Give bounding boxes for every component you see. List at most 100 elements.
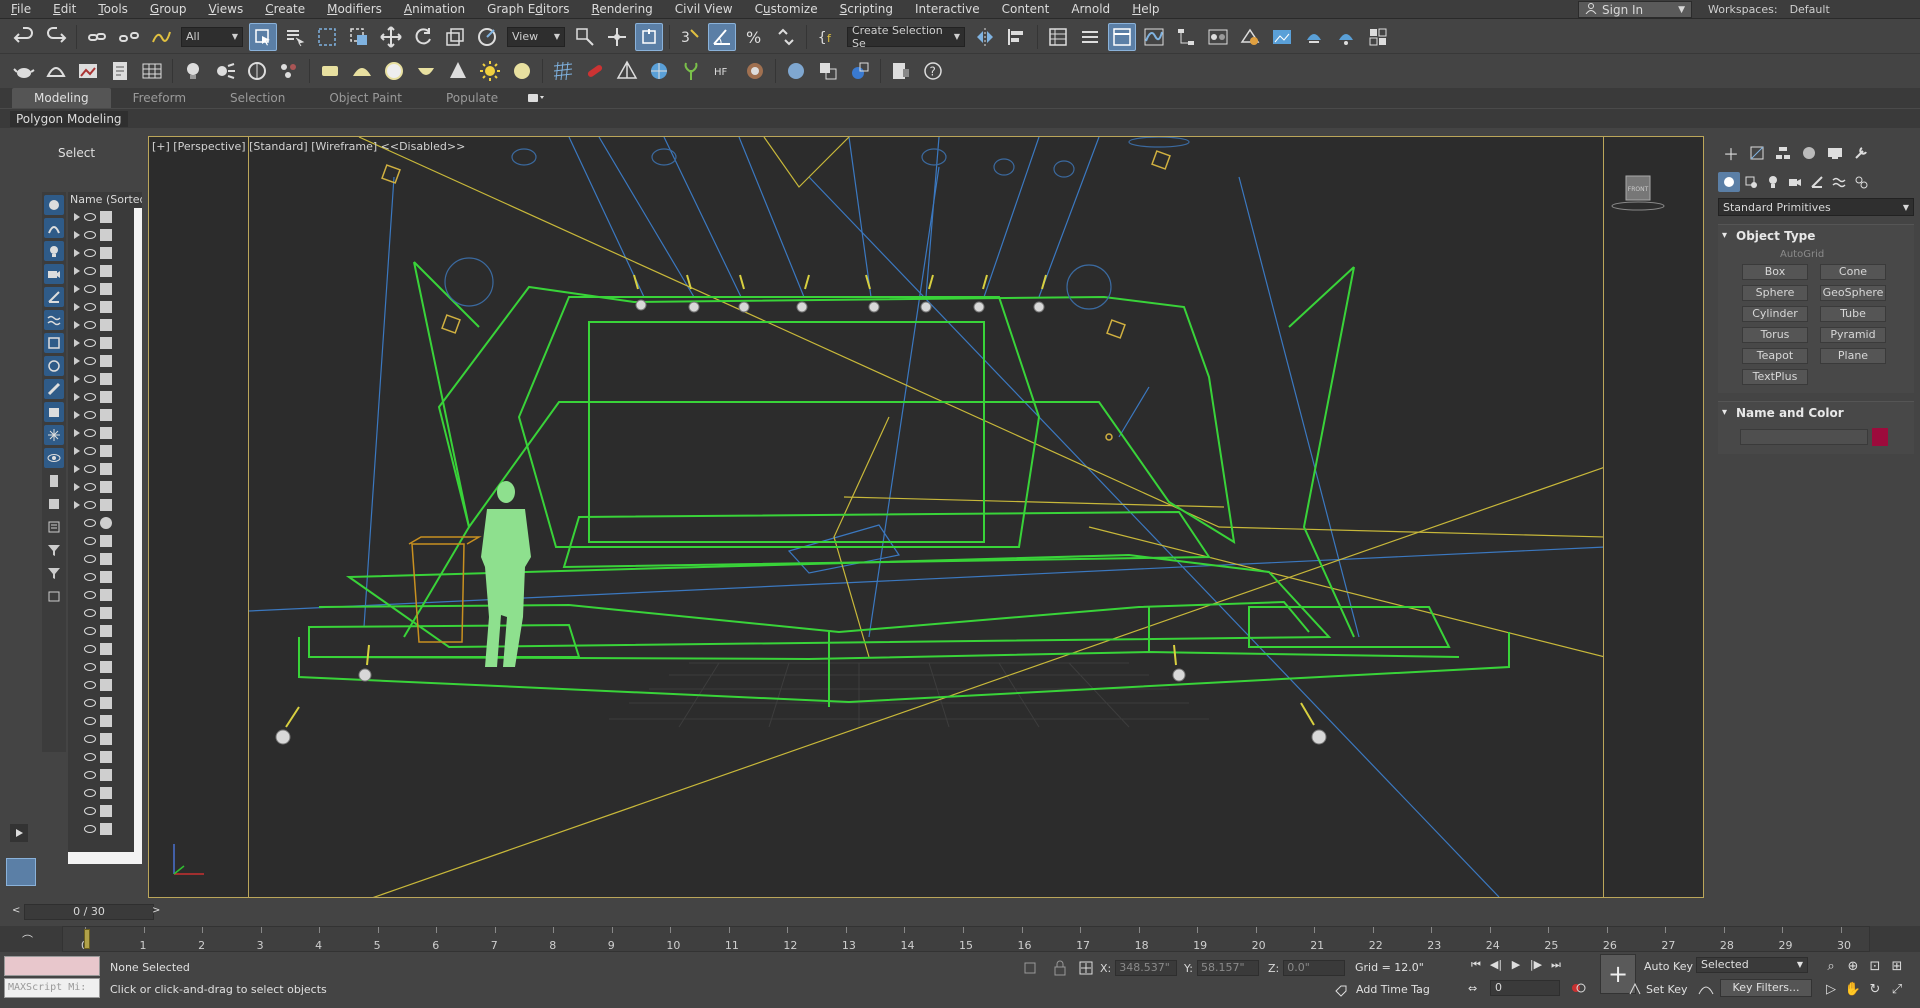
auto-key-button[interactable]: Auto Key	[1644, 960, 1693, 973]
expand-icon[interactable]	[74, 357, 80, 365]
arnold-light-dome-icon[interactable]	[348, 57, 376, 85]
eye-icon[interactable]	[84, 339, 96, 347]
selection-filter-dropdown[interactable]: All ▼	[181, 26, 243, 47]
textplus-button[interactable]: TextPlus	[1742, 369, 1808, 385]
helpers-category-icon[interactable]	[1806, 172, 1828, 192]
tube-button[interactable]: Tube	[1820, 306, 1886, 322]
list-item[interactable]	[68, 370, 142, 388]
grid-object-icon[interactable]	[138, 57, 166, 85]
menu-customize[interactable]: Customize	[744, 0, 829, 18]
list-item[interactable]	[68, 352, 142, 370]
explorer-horizontal-scrollbar[interactable]	[68, 852, 142, 864]
time-configuration-icon[interactable]	[1570, 980, 1586, 996]
eye-icon[interactable]	[84, 555, 96, 563]
lights-filter-icon[interactable]	[44, 241, 64, 261]
object-name-field[interactable]	[1740, 429, 1868, 445]
expand-icon[interactable]	[74, 267, 80, 275]
maxscript-listener-input[interactable]	[4, 956, 100, 976]
select-manipulate-icon[interactable]	[603, 23, 631, 51]
geosphere-icon[interactable]	[645, 57, 673, 85]
eye-icon[interactable]	[84, 411, 96, 419]
eye-icon[interactable]	[84, 483, 96, 491]
layer-explorer-icon[interactable]	[1076, 23, 1104, 51]
cameras-filter-icon[interactable]	[44, 264, 64, 284]
render-in-cloud-icon[interactable]	[1364, 23, 1392, 51]
list-item[interactable]	[68, 766, 142, 784]
rendered-frame-window-icon[interactable]	[1268, 23, 1296, 51]
clipboard-icon[interactable]	[44, 586, 64, 606]
arnold-light-cone-icon[interactable]	[444, 57, 472, 85]
document-filter-icon[interactable]	[44, 471, 64, 491]
arnold-light-bowl-icon[interactable]	[412, 57, 440, 85]
list-item[interactable]	[68, 298, 142, 316]
tab-object-paint[interactable]: Object Paint	[307, 88, 424, 108]
primitive-type-dropdown[interactable]: Standard Primitives ▼	[1718, 198, 1914, 216]
snaps-toggle-icon[interactable]: 3	[676, 23, 704, 51]
eye-icon[interactable]	[84, 231, 96, 239]
expand-icon[interactable]	[74, 285, 80, 293]
menu-civil-view[interactable]: Civil View	[664, 0, 744, 18]
teapot-icon[interactable]	[10, 57, 38, 85]
perspective-viewport[interactable]	[248, 136, 1604, 898]
key-mode-toggle-icon[interactable]: ⇔	[1468, 982, 1477, 995]
link-icon[interactable]	[83, 23, 111, 51]
time-slider-thumb[interactable]: 0 / 30	[24, 904, 154, 920]
lights-category-icon[interactable]	[1762, 172, 1784, 192]
menu-content[interactable]: Content	[991, 0, 1061, 18]
list-item[interactable]	[68, 478, 142, 496]
eye-icon[interactable]	[84, 447, 96, 455]
viewcube[interactable]: FRONT	[1610, 172, 1666, 212]
list-item[interactable]	[68, 226, 142, 244]
groups-filter-icon[interactable]	[44, 333, 64, 353]
pyramid-outline-icon[interactable]	[613, 57, 641, 85]
menu-views[interactable]: Views	[197, 0, 254, 18]
list-item[interactable]	[68, 442, 142, 460]
redo-icon[interactable]	[42, 23, 70, 51]
list-item[interactable]	[68, 406, 142, 424]
render-frame-icon[interactable]	[846, 57, 874, 85]
menu-animation[interactable]: Animation	[393, 0, 476, 18]
eye-icon[interactable]	[84, 501, 96, 509]
render-setup-icon[interactable]	[1236, 23, 1264, 51]
systems-category-icon[interactable]	[1850, 172, 1872, 192]
eye-icon[interactable]	[84, 645, 96, 653]
bones-filter-icon[interactable]	[44, 379, 64, 399]
arnold-light-disk-icon[interactable]	[508, 57, 536, 85]
list-item[interactable]	[68, 748, 142, 766]
object-type-title[interactable]: Object Type	[1718, 225, 1914, 247]
xrefs-filter-icon[interactable]	[44, 356, 64, 376]
arnold-light-sphere-icon[interactable]	[380, 57, 408, 85]
space-warps-category-icon[interactable]	[1828, 172, 1850, 192]
move-icon[interactable]	[377, 23, 405, 51]
plant-icon[interactable]	[677, 57, 705, 85]
list-item[interactable]	[68, 730, 142, 748]
capsule-icon[interactable]	[581, 57, 609, 85]
eye-icon[interactable]	[84, 321, 96, 329]
menu-graph-editors[interactable]: Graph Editors	[476, 0, 580, 18]
cylinder-button[interactable]: Cylinder	[1742, 306, 1808, 322]
maximize-viewport-icon[interactable]: ⤢	[1888, 981, 1906, 999]
object-color-swatch[interactable]	[1872, 428, 1888, 446]
menu-edit[interactable]: Edit	[42, 0, 87, 18]
eye-icon[interactable]	[84, 375, 96, 383]
utilities-tab-icon[interactable]	[1848, 142, 1874, 164]
eye-icon[interactable]	[84, 357, 96, 365]
list-item[interactable]	[68, 658, 142, 676]
autogrid-checkbox[interactable]: AutoGrid	[1780, 249, 1914, 260]
expand-icon[interactable]	[74, 339, 80, 347]
list-item[interactable]	[68, 568, 142, 586]
teapot-button[interactable]: Teapot	[1742, 348, 1808, 364]
cloth-icon[interactable]	[741, 57, 769, 85]
eye-icon[interactable]	[84, 753, 96, 761]
ribbon-options-icon[interactable]	[528, 92, 546, 104]
list-item[interactable]	[68, 676, 142, 694]
orbit-icon[interactable]: ↻	[1866, 981, 1884, 999]
polygon-modeling-button[interactable]: Polygon Modeling	[10, 111, 128, 127]
expand-icon[interactable]	[74, 375, 80, 383]
eye-icon[interactable]	[84, 609, 96, 617]
zoom-all-icon[interactable]: ⊕	[1844, 958, 1862, 976]
menu-interactive[interactable]: Interactive	[904, 0, 991, 18]
current-frame-field[interactable]: 0	[1490, 980, 1560, 996]
z-coordinate-field[interactable]: 0.0"	[1283, 960, 1346, 976]
list-item[interactable]	[68, 640, 142, 658]
